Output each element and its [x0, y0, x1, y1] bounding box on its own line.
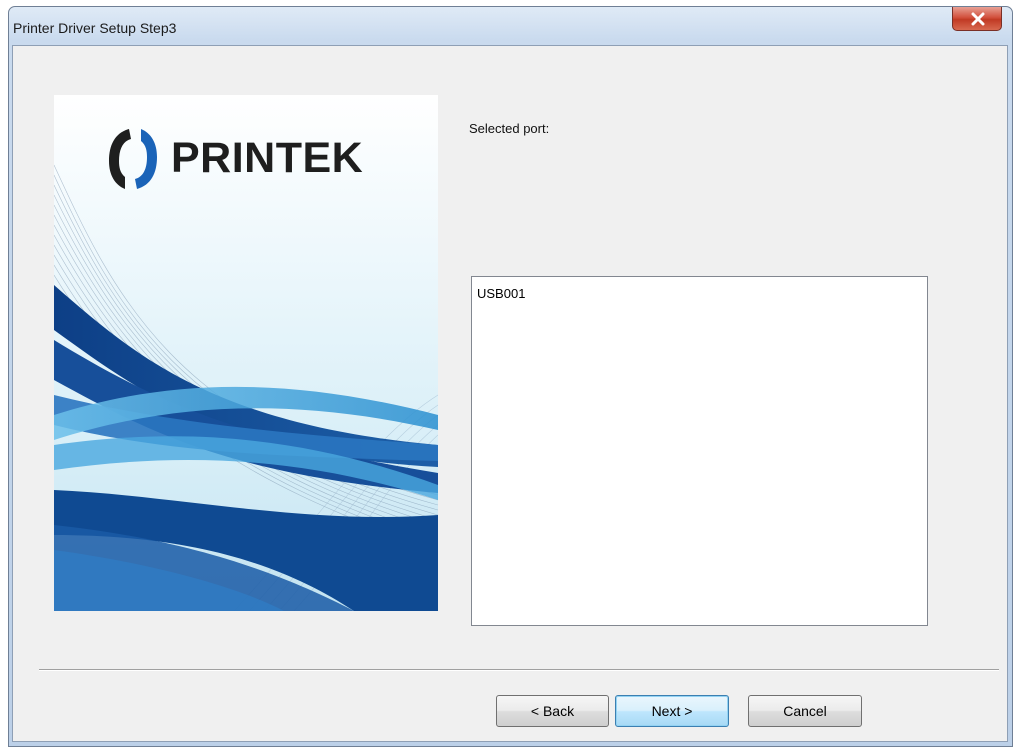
port-list-item[interactable]: USB001 [476, 286, 526, 301]
close-x-icon [971, 12, 985, 26]
dialog-client-area: PRINTEK Selected port: USB001 < Back Nex… [12, 45, 1008, 742]
setup-dialog-window: Printer Driver Setup Step3 PRINTEK Selec… [8, 6, 1013, 747]
window-title: Printer Driver Setup Step3 [13, 20, 177, 36]
next-button[interactable]: Next > [615, 695, 729, 727]
close-button[interactable] [952, 7, 1002, 31]
printek-logo-text: PRINTEK [171, 134, 364, 182]
cancel-button[interactable]: Cancel [748, 695, 862, 727]
button-separator [39, 669, 999, 671]
selected-port-label: Selected port: [469, 121, 550, 136]
port-listbox[interactable]: USB001 [471, 276, 928, 626]
printek-logo-icon [109, 129, 157, 189]
title-bar: Printer Driver Setup Step3 [9, 7, 1012, 45]
back-button[interactable]: < Back [496, 695, 609, 727]
printek-banner-image: PRINTEK [54, 95, 438, 611]
